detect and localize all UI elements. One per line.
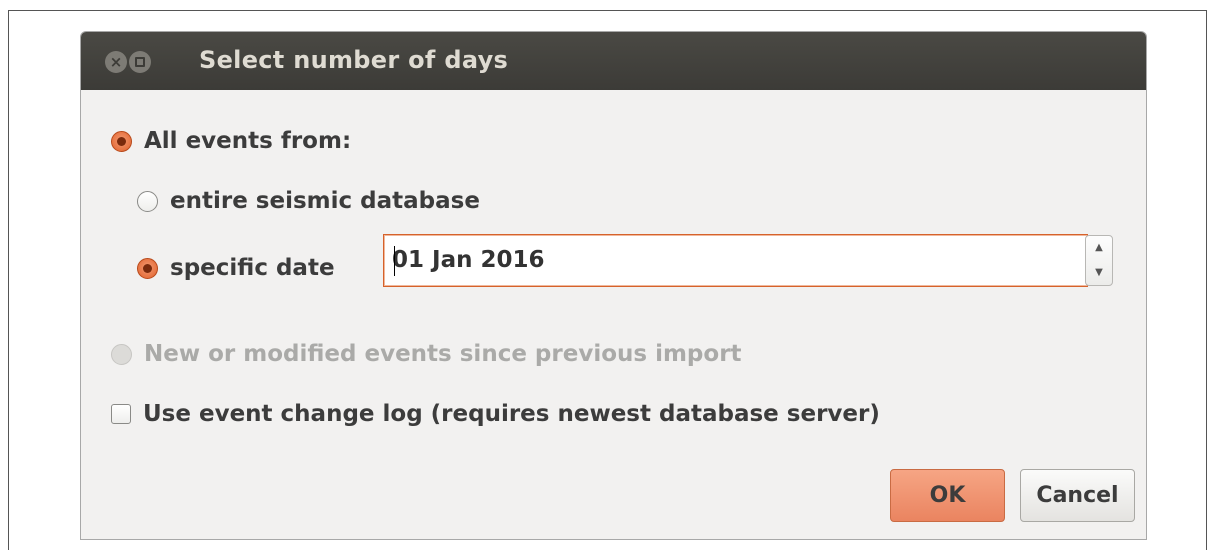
new-modified-label: New or modified events since previous im… [144, 341, 742, 367]
specific-date-radio[interactable] [137, 257, 158, 279]
select-days-dialog: × Select number of days All events from:… [80, 31, 1147, 540]
specific-date-option[interactable]: specific date [137, 255, 335, 281]
text-caret [394, 246, 395, 276]
chevron-up-icon[interactable]: ▲ [1086, 236, 1112, 261]
entire-database-radio[interactable] [137, 190, 158, 212]
cancel-button[interactable]: Cancel [1020, 469, 1135, 522]
new-modified-option: New or modified events since previous im… [111, 341, 742, 367]
date-field[interactable] [383, 234, 1088, 287]
all-events-radio[interactable] [111, 130, 132, 152]
window-title: Select number of days [199, 46, 509, 74]
ok-button[interactable]: OK [890, 469, 1005, 522]
title-bar: × Select number of days [81, 32, 1146, 90]
change-log-label: Use event change log (requires newest da… [143, 401, 880, 427]
change-log-checkbox[interactable] [111, 404, 131, 424]
close-icon[interactable]: × [105, 51, 127, 73]
date-spinner[interactable]: ▲ ▼ [1085, 235, 1113, 286]
specific-date-label: specific date [170, 255, 335, 281]
entire-database-label: entire seismic database [170, 188, 480, 214]
new-modified-radio [111, 343, 132, 365]
all-events-option[interactable]: All events from: [111, 128, 351, 154]
change-log-option[interactable]: Use event change log (requires newest da… [111, 401, 880, 427]
entire-database-option[interactable]: entire seismic database [137, 188, 480, 214]
date-input[interactable] [392, 243, 1072, 277]
chevron-down-icon[interactable]: ▼ [1086, 261, 1112, 286]
maximize-icon[interactable] [129, 51, 151, 73]
all-events-label: All events from: [144, 128, 352, 154]
